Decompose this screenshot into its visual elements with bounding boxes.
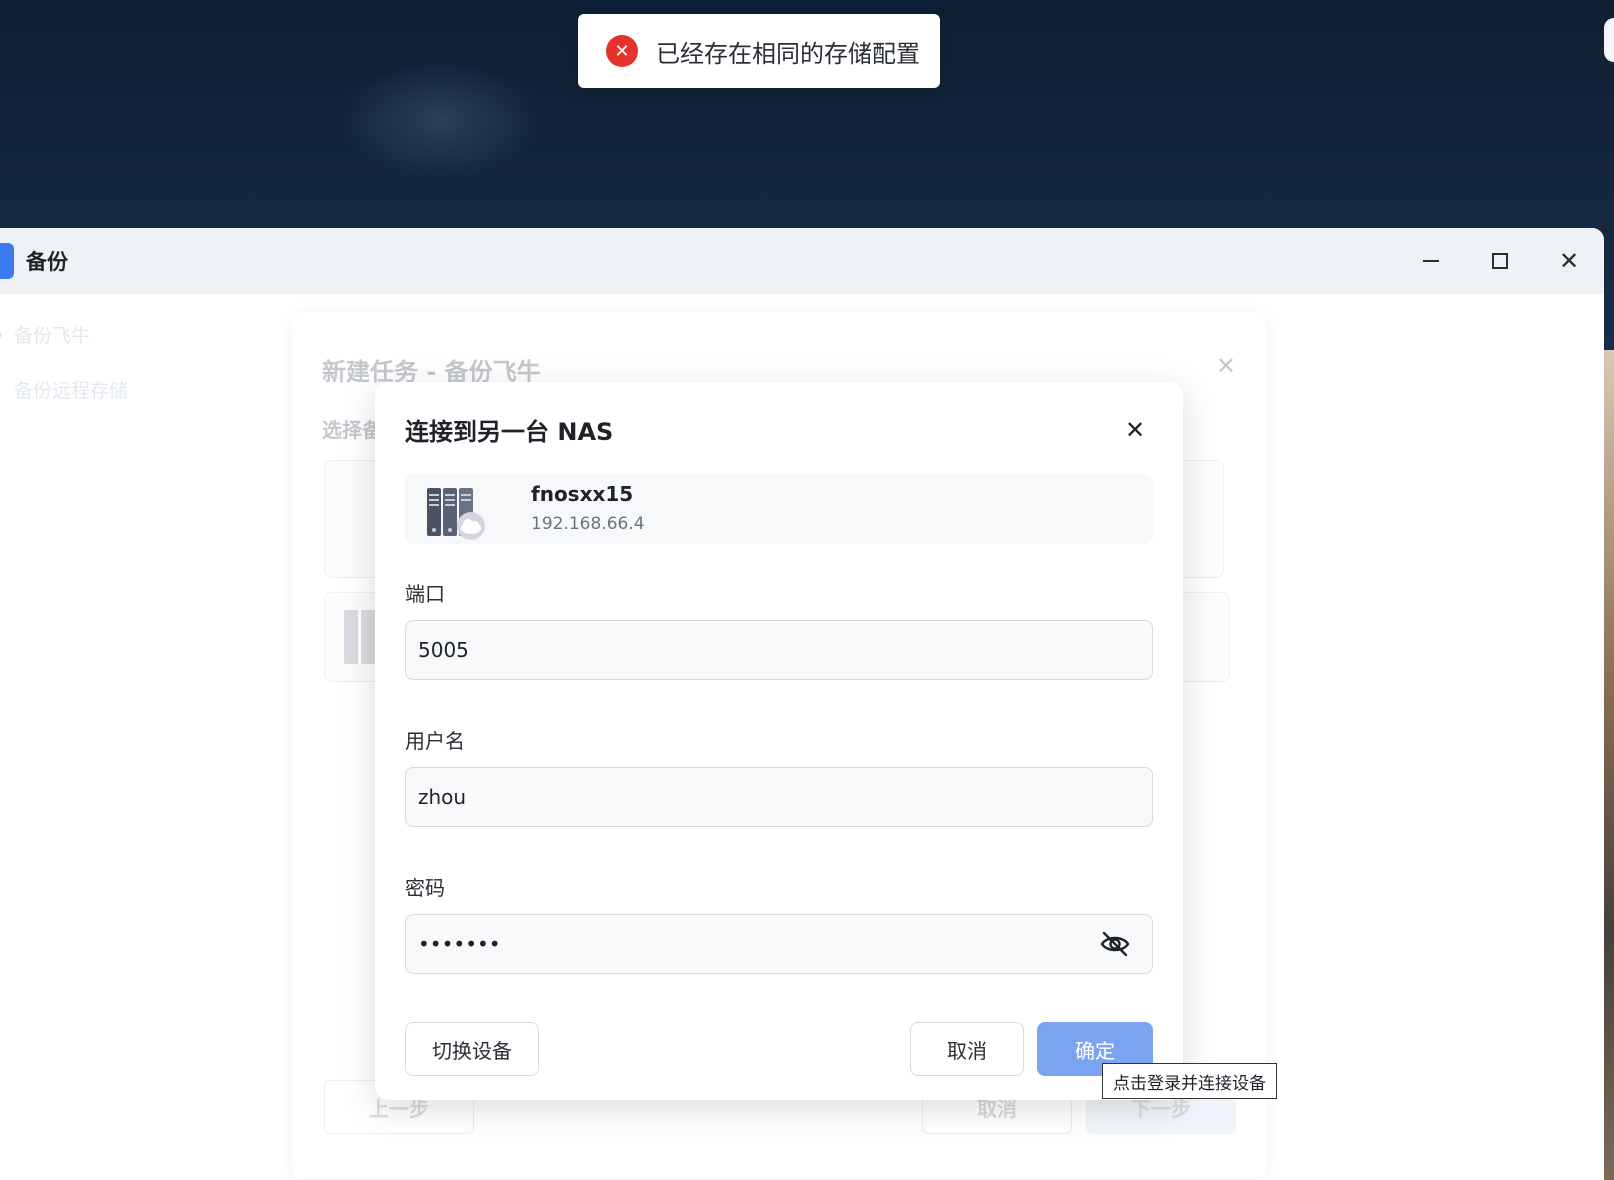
error-toast: ✕ 已经存在相同的存储配置 xyxy=(578,14,940,88)
password-label: 密码 xyxy=(405,876,445,900)
confirm-tooltip: 点击登录并连接设备 xyxy=(1102,1063,1277,1099)
wallpaper-glow xyxy=(340,60,540,180)
minimize-button[interactable] xyxy=(1416,246,1446,276)
new-task-close-icon[interactable]: ✕ xyxy=(1216,352,1236,380)
username-input[interactable] xyxy=(405,767,1153,827)
username-label: 用户名 xyxy=(405,729,465,753)
backup-app-icon xyxy=(0,243,14,279)
sidebar-item-backup-fnos[interactable]: 备份飞牛 xyxy=(14,321,90,348)
password-input[interactable] xyxy=(405,914,1153,974)
maximize-icon xyxy=(1492,253,1508,269)
window-titlebar: 备份 ✕ xyxy=(0,228,1604,294)
sidebar-item-backup-remote[interactable]: 备份远程存储 xyxy=(14,376,128,403)
nas-server-icon xyxy=(427,488,485,540)
device-name: fnosxx15 xyxy=(531,482,634,506)
minimize-icon xyxy=(1423,260,1439,262)
device-ip: 192.168.66.4 xyxy=(531,514,645,534)
port-label: 端口 xyxy=(405,582,445,606)
switch-device-button[interactable]: 切换设备 xyxy=(405,1022,539,1076)
port-input[interactable] xyxy=(405,620,1153,680)
device-card: fnosxx15 192.168.66.4 xyxy=(405,474,1153,544)
modal-close-icon[interactable]: ✕ xyxy=(1125,416,1145,444)
cancel-button[interactable]: 取消 xyxy=(910,1022,1024,1076)
eye-off-icon[interactable] xyxy=(1099,929,1131,959)
close-window-button[interactable]: ✕ xyxy=(1554,246,1584,276)
new-task-section-label: 选择备 xyxy=(322,418,382,442)
window-title: 备份 xyxy=(26,250,68,274)
error-circle-icon: ✕ xyxy=(606,35,638,67)
wallpaper-edge-widget xyxy=(1604,18,1614,62)
maximize-button[interactable] xyxy=(1485,246,1515,276)
close-icon: ✕ xyxy=(1558,247,1580,275)
modal-title: 连接到另一台 NAS xyxy=(405,418,614,446)
connect-nas-modal: 连接到另一台 NAS ✕ fnosxx15 192.168.66.4 端口 用户… xyxy=(375,382,1183,1100)
sidebar-active-dot xyxy=(0,332,2,338)
toast-message: 已经存在相同的存储配置 xyxy=(656,39,920,68)
